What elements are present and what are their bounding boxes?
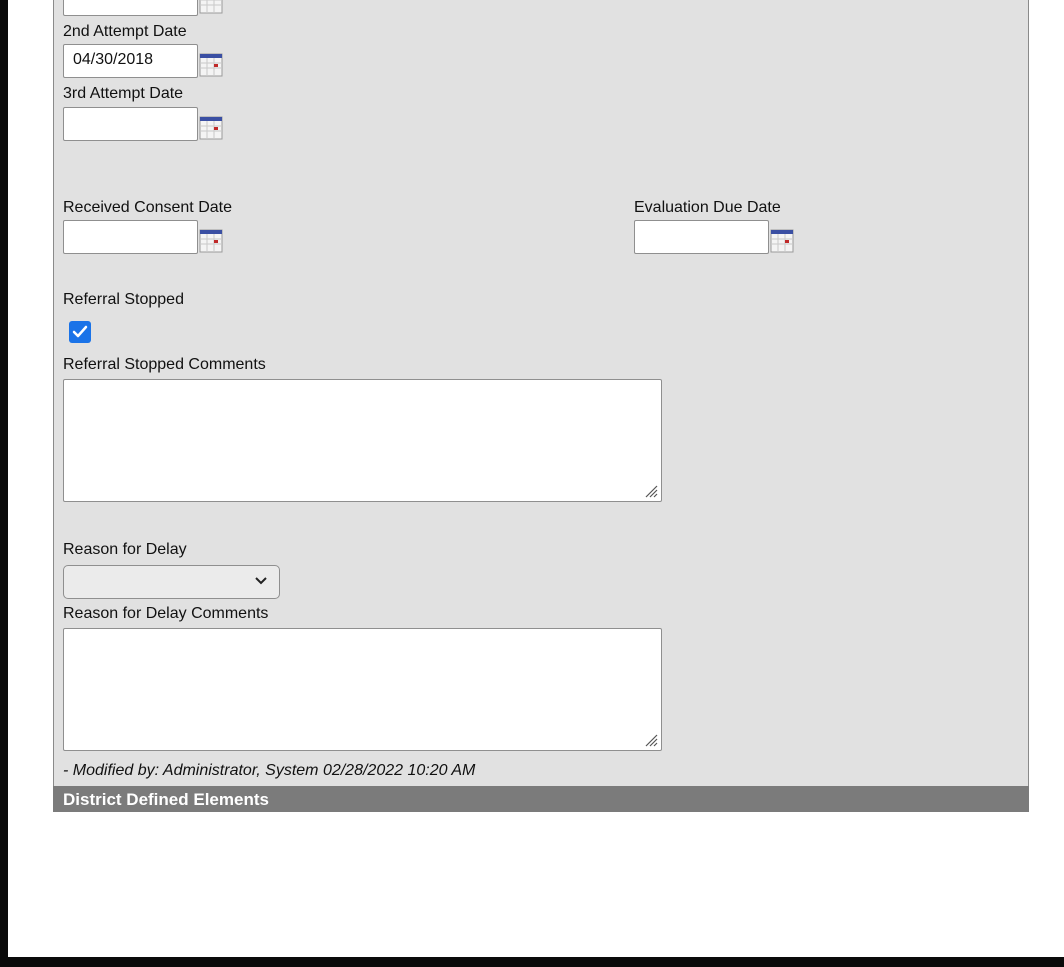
check-icon <box>72 325 88 338</box>
received-consent-date-label: Received Consent Date <box>63 199 232 216</box>
calendar-icon[interactable] <box>199 229 223 253</box>
referral-stopped-checkbox[interactable] <box>69 321 91 343</box>
reason-for-delay-label: Reason for Delay <box>63 541 187 558</box>
modified-by-text: - Modified by: Administrator, System 02/… <box>63 762 476 779</box>
calendar-icon[interactable] <box>199 0 223 14</box>
evaluation-due-date-label: Evaluation Due Date <box>634 199 781 216</box>
calendar-icon[interactable] <box>770 229 794 253</box>
chevron-down-icon <box>255 577 267 585</box>
referral-stopped-comments-label: Referral Stopped Comments <box>63 356 266 373</box>
window-frame-bottom <box>0 957 1064 967</box>
first-attempt-date-input[interactable] <box>63 0 198 16</box>
reason-for-delay-comments-textarea[interactable] <box>63 628 662 751</box>
resize-grip-icon[interactable] <box>644 484 658 498</box>
calendar-icon[interactable] <box>199 53 223 77</box>
reason-for-delay-comments-label: Reason for Delay Comments <box>63 605 269 622</box>
third-attempt-date-label: 3rd Attempt Date <box>63 85 184 102</box>
window-frame-left <box>0 0 8 967</box>
section-header-district-defined-elements[interactable]: District Defined Elements <box>53 786 1029 812</box>
resize-grip-icon[interactable] <box>644 733 658 747</box>
form-panel: 2nd Attempt Date 04/30/2018 3rd Attempt … <box>53 0 1029 786</box>
third-attempt-date-input[interactable] <box>63 107 198 141</box>
second-attempt-date-input[interactable]: 04/30/2018 <box>63 44 198 78</box>
evaluation-due-date-input[interactable] <box>634 220 769 254</box>
received-consent-date-input[interactable] <box>63 220 198 254</box>
second-attempt-date-label: 2nd Attempt Date <box>63 23 187 40</box>
referral-stopped-comments-textarea[interactable] <box>63 379 662 502</box>
referral-stopped-label: Referral Stopped <box>63 291 184 308</box>
calendar-icon[interactable] <box>199 116 223 140</box>
reason-for-delay-select[interactable] <box>63 565 280 599</box>
